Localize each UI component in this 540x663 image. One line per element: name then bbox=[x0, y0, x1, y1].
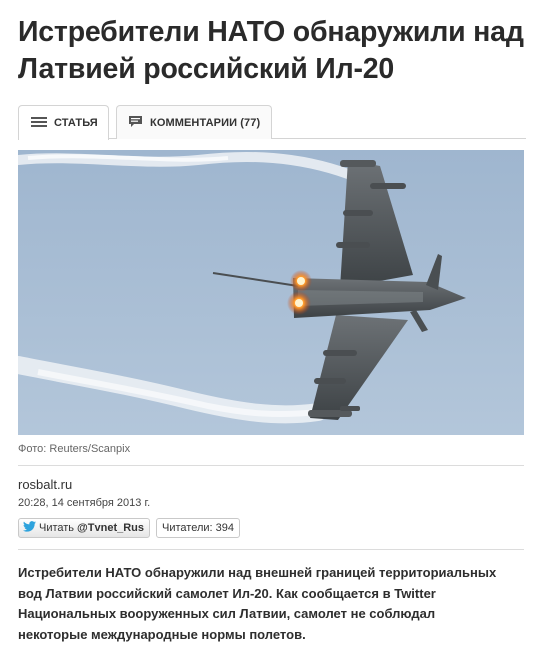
tab-comments-label: КОММЕНТАРИИ (77) bbox=[150, 116, 261, 129]
comment-icon bbox=[128, 115, 143, 131]
twitter-widget: Читать @Tvnet_Rus Читатели: 394 bbox=[18, 518, 240, 538]
divider bbox=[18, 465, 524, 466]
article-tabs: СТАТЬЯ КОММЕНТАРИИ (77) bbox=[18, 105, 526, 140]
article-lead: Истребители НАТО обнаружили над внешней … bbox=[18, 565, 497, 642]
tab-article-label: СТАТЬЯ bbox=[54, 117, 98, 129]
twitter-bird-icon bbox=[23, 521, 39, 535]
divider bbox=[18, 549, 524, 550]
fighter-jet-photo bbox=[18, 150, 524, 435]
source-link[interactable]: rosbalt.ru bbox=[18, 477, 72, 492]
tab-comments[interactable]: КОММЕНТАРИИ (77) bbox=[116, 105, 272, 139]
photo-caption: Фото: Reuters/Scanpix bbox=[18, 443, 131, 455]
twitter-follow-label: Читать bbox=[39, 522, 75, 534]
tab-article[interactable]: СТАТЬЯ bbox=[18, 105, 109, 140]
list-icon bbox=[31, 116, 47, 131]
article-title: Истребители НАТО обнаружили над Латвией … bbox=[18, 16, 524, 85]
twitter-handle: @Tvnet_Rus bbox=[77, 522, 145, 534]
twitter-readers-count[interactable]: Читатели: 394 bbox=[156, 518, 240, 538]
publish-date: 20:28, 14 сентября 2013 г. bbox=[18, 497, 151, 509]
article-photo[interactable] bbox=[18, 150, 524, 435]
twitter-follow-button[interactable]: Читать @Tvnet_Rus bbox=[18, 518, 151, 538]
